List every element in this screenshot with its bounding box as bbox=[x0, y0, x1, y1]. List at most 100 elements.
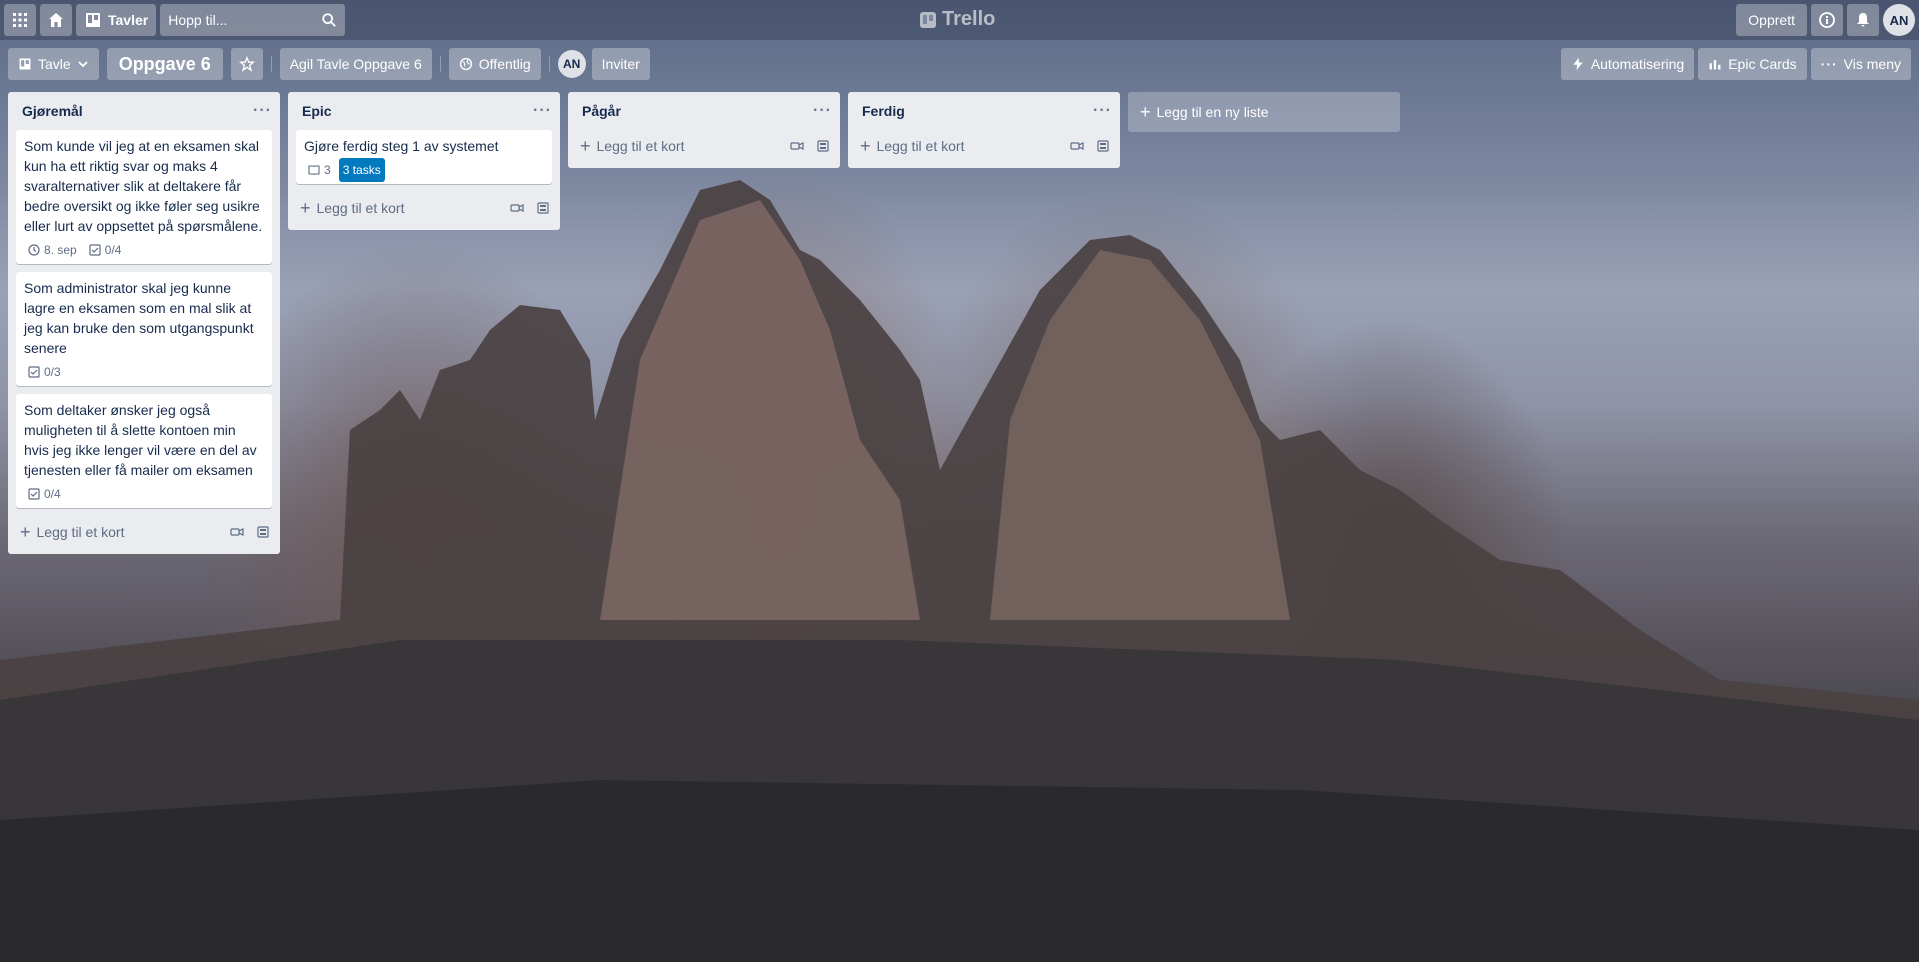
search-icon bbox=[322, 13, 337, 27]
show-menu-button[interactable]: ··· Vis meny bbox=[1810, 48, 1911, 80]
automation-label: Automatisering bbox=[1590, 56, 1685, 72]
list-title[interactable]: Ferdig bbox=[862, 103, 905, 119]
list-menu-icon[interactable]: ··· bbox=[533, 102, 552, 120]
card[interactable]: Gjøre ferdig steg 1 av systemet 3 3 task… bbox=[296, 130, 552, 184]
plus-icon: + bbox=[860, 136, 871, 156]
boards-label: Tavler bbox=[108, 12, 149, 28]
card-title: Som administrator skal jeg kunne lagre e… bbox=[24, 280, 254, 356]
search-box[interactable] bbox=[160, 4, 346, 36]
add-card-button[interactable]: + Legg til et kort bbox=[8, 516, 280, 548]
view-switcher-button[interactable]: Tavle bbox=[8, 48, 99, 80]
record-video-icon[interactable] bbox=[510, 201, 524, 215]
card[interactable]: Som deltaker ønsker jeg også muligheten … bbox=[16, 394, 272, 508]
chevron-down-icon bbox=[78, 61, 88, 68]
card[interactable]: Som kunde vil jeg at en eksamen skal kun… bbox=[16, 130, 272, 264]
due-date-text: 8. sep bbox=[44, 243, 77, 257]
trello-logo[interactable]: Trello bbox=[920, 8, 995, 31]
star-button[interactable] bbox=[230, 48, 263, 80]
create-button[interactable]: Opprett bbox=[1736, 4, 1807, 36]
list-header[interactable]: Gjøremål ··· bbox=[8, 92, 280, 130]
visibility-label: Offentlig bbox=[478, 56, 531, 72]
user-avatar[interactable]: AN bbox=[1883, 4, 1915, 36]
template-icon[interactable] bbox=[816, 139, 830, 153]
bell-icon bbox=[1857, 13, 1869, 27]
plus-icon: + bbox=[1140, 102, 1151, 122]
checklist-text: 0/4 bbox=[44, 487, 61, 501]
board-header: Tavle Oppgave 6 Agil Tavle Oppgave 6 Off… bbox=[0, 44, 1919, 84]
boards-button[interactable]: Tavler bbox=[76, 4, 157, 36]
book-icon bbox=[308, 165, 320, 176]
bar-chart-icon bbox=[1709, 60, 1721, 70]
epic-cards-button[interactable]: Epic Cards bbox=[1698, 48, 1807, 80]
list-header[interactable]: Epic ··· bbox=[288, 92, 560, 130]
list-done: Ferdig ··· + Legg til et kort bbox=[848, 92, 1120, 168]
card-title: Som kunde vil jeg at en eksamen skal kun… bbox=[24, 138, 263, 234]
globe-icon bbox=[459, 57, 472, 71]
template-icon[interactable] bbox=[1096, 139, 1110, 153]
list-header[interactable]: Ferdig ··· bbox=[848, 92, 1120, 130]
list-header[interactable]: Pågår ··· bbox=[568, 92, 840, 130]
checklist-text: 0/3 bbox=[44, 365, 61, 379]
notifications-button[interactable] bbox=[1847, 4, 1879, 36]
template-icon[interactable] bbox=[536, 201, 550, 215]
list-epic: Epic ··· Gjøre ferdig steg 1 av systemet… bbox=[288, 92, 560, 230]
automation-button[interactable]: Automatisering bbox=[1560, 48, 1695, 80]
view-label: Tavle bbox=[38, 56, 71, 72]
add-card-button[interactable]: + Legg til et kort bbox=[568, 130, 840, 162]
card-badges: 0/4 bbox=[24, 484, 264, 504]
board-icon bbox=[86, 13, 100, 27]
card-title: Gjøre ferdig steg 1 av systemet bbox=[304, 138, 499, 154]
add-card-label: Legg til et kort bbox=[876, 138, 965, 154]
add-card-button[interactable]: + Legg til et kort bbox=[288, 192, 560, 224]
invite-button[interactable]: Inviter bbox=[591, 48, 650, 80]
search-input[interactable] bbox=[168, 12, 309, 28]
list-todo: Gjøremål ··· Som kunde vil jeg at en eks… bbox=[8, 92, 280, 554]
list-title[interactable]: Epic bbox=[302, 103, 332, 119]
plus-icon: + bbox=[300, 198, 311, 218]
due-date-badge: 8. sep bbox=[28, 240, 77, 260]
epic-cards-label: Epic Cards bbox=[1728, 56, 1797, 72]
clock-icon bbox=[28, 244, 40, 256]
checklist-badge: 0/3 bbox=[28, 362, 61, 382]
star-icon bbox=[238, 56, 255, 72]
card-title: Som deltaker ønsker jeg også muligheten … bbox=[24, 402, 257, 478]
checklist-badge: 0/4 bbox=[28, 484, 61, 504]
card[interactable]: Som administrator skal jeg kunne lagre e… bbox=[16, 272, 272, 386]
list-menu-icon[interactable]: ··· bbox=[1093, 102, 1112, 120]
card-badges: 3 3 tasks bbox=[304, 158, 544, 182]
info-button[interactable] bbox=[1811, 4, 1843, 36]
list-menu-icon[interactable]: ··· bbox=[813, 102, 832, 120]
board-canvas: Gjøremål ··· Som kunde vil jeg at en eks… bbox=[8, 92, 1400, 554]
record-video-icon[interactable] bbox=[1070, 139, 1084, 153]
trello-logo-icon bbox=[920, 11, 936, 28]
template-icon[interactable] bbox=[256, 525, 270, 539]
list-in-progress: Pågår ··· + Legg til et kort bbox=[568, 92, 840, 168]
board-title[interactable]: Oppgave 6 bbox=[106, 48, 223, 80]
checklist-badge: 0/4 bbox=[89, 240, 121, 260]
list-title[interactable]: Pågår bbox=[582, 103, 621, 119]
apps-grid-button[interactable] bbox=[4, 4, 36, 36]
add-card-label: Legg til et kort bbox=[36, 524, 125, 540]
workspace-button[interactable]: Agil Tavle Oppgave 6 bbox=[279, 48, 432, 80]
more-icon: ··· bbox=[1820, 56, 1838, 72]
list-menu-icon[interactable]: ··· bbox=[253, 102, 272, 120]
plus-icon: + bbox=[580, 136, 591, 156]
record-video-icon[interactable] bbox=[790, 139, 804, 153]
lightning-icon bbox=[1573, 57, 1583, 71]
checklist-icon bbox=[89, 244, 101, 256]
subcards-badge: 3 bbox=[308, 160, 331, 180]
home-button[interactable] bbox=[40, 4, 72, 36]
member-avatar[interactable]: AN bbox=[557, 50, 586, 78]
menu-label: Vis meny bbox=[1843, 56, 1901, 72]
board-view-icon bbox=[19, 58, 31, 70]
add-card-button[interactable]: + Legg til et kort bbox=[848, 130, 1120, 162]
card-badges: 0/3 bbox=[24, 362, 264, 382]
divider bbox=[270, 56, 272, 72]
visibility-button[interactable]: Offentlig bbox=[448, 48, 541, 80]
add-list-button[interactable]: + Legg til en ny liste bbox=[1128, 92, 1400, 132]
list-title[interactable]: Gjøremål bbox=[22, 103, 83, 119]
record-video-icon[interactable] bbox=[230, 525, 244, 539]
checklist-icon bbox=[28, 366, 40, 378]
grid-icon bbox=[13, 13, 27, 27]
checklist-icon bbox=[28, 488, 40, 500]
